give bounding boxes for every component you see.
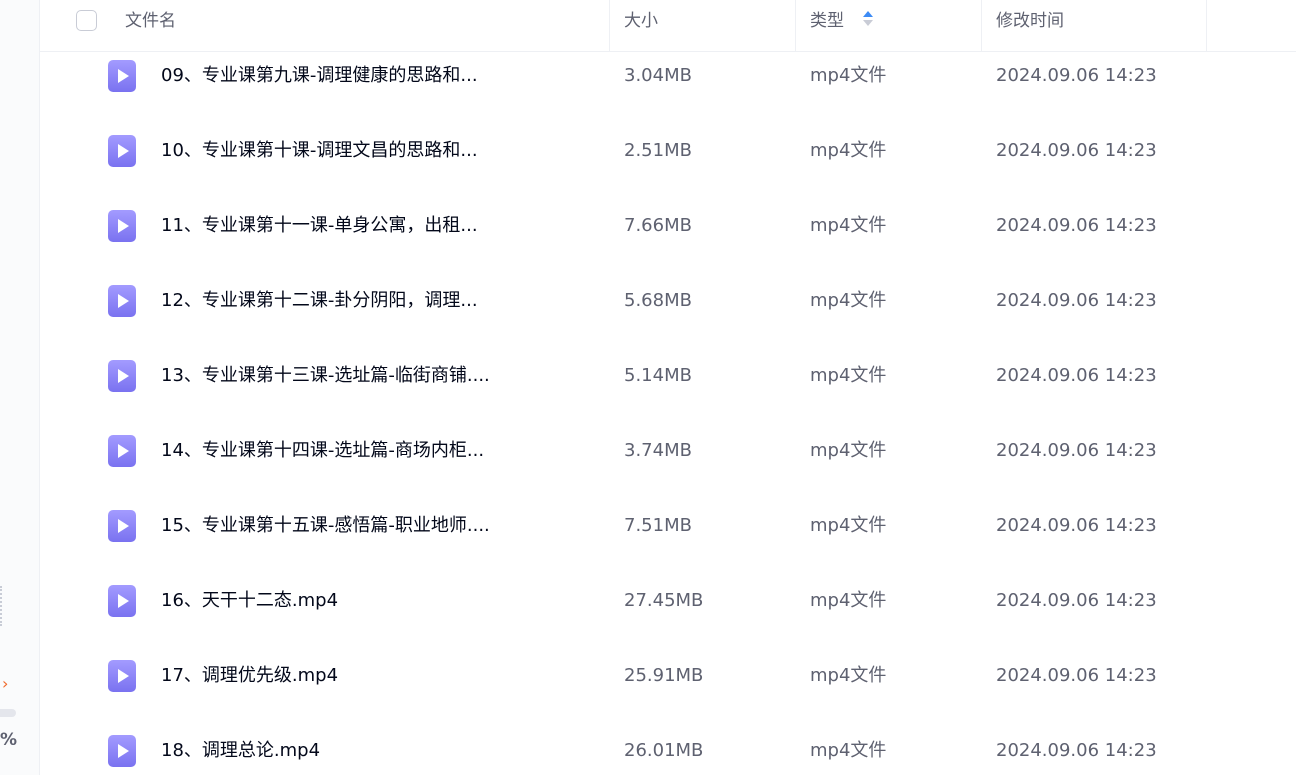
file-type: mp4文件 (810, 140, 887, 161)
file-name[interactable]: 13、专业课第十三课-选址篇-临街商铺.... (161, 364, 490, 388)
file-size: 27.45MB (624, 590, 704, 611)
file-modified: 2024.09.06 14:23 (996, 65, 1157, 86)
file-name[interactable]: 14、专业课第十四课-选址篇-商场内柜... (161, 439, 484, 463)
file-type: mp4文件 (810, 590, 887, 611)
file-type: mp4文件 (810, 365, 887, 386)
table-row[interactable]: 12、专业课第十二课-卦分阴阳，调理... 5.68MB mp4文件 2024.… (40, 264, 1296, 339)
table-row[interactable]: 10、专业课第十课-调理文昌的思路和... 2.51MB mp4文件 2024.… (40, 114, 1296, 189)
video-file-icon (108, 660, 136, 692)
file-name[interactable]: 09、专业课第九课-调理健康的思路和... (161, 64, 478, 88)
file-type: mp4文件 (810, 290, 887, 311)
column-header-name-label: 文件名 (125, 11, 176, 31)
file-name[interactable]: 16、天干十二态.mp4 (161, 589, 338, 613)
file-modified: 2024.09.06 14:23 (996, 365, 1157, 386)
sort-down-arrow-icon (863, 20, 874, 26)
sort-up-arrow-icon (863, 11, 874, 17)
file-modified: 2024.09.06 14:23 (996, 740, 1157, 761)
storage-progress-bar (0, 709, 16, 717)
file-type: mp4文件 (810, 515, 887, 536)
table-row[interactable]: 09、专业课第九课-调理健康的思路和... 3.04MB mp4文件 2024.… (40, 39, 1296, 114)
file-size: 7.51MB (624, 515, 692, 536)
table-row[interactable]: 14、专业课第十四课-选址篇-商场内柜... 3.74MB mp4文件 2024… (40, 414, 1296, 489)
sidebar-strip: › % (0, 0, 40, 775)
file-size: 5.14MB (624, 365, 692, 386)
file-size: 25.91MB (624, 665, 704, 686)
video-file-icon (108, 510, 136, 542)
file-type: mp4文件 (810, 665, 887, 686)
table-row[interactable]: 15、专业课第十五课-感悟篇-职业地师.... 7.51MB mp4文件 202… (40, 489, 1296, 564)
file-name[interactable]: 10、专业课第十课-调理文昌的思路和... (161, 139, 478, 163)
file-modified: 2024.09.06 14:23 (996, 140, 1157, 161)
file-modified: 2024.09.06 14:23 (996, 215, 1157, 236)
file-type: mp4文件 (810, 215, 887, 236)
file-size: 2.51MB (624, 140, 692, 161)
video-file-icon (108, 360, 136, 392)
video-file-icon (108, 435, 136, 467)
sort-ascending-icon[interactable] (863, 11, 874, 27)
column-header-modified-label: 修改时间 (996, 11, 1064, 31)
video-file-icon (108, 210, 136, 242)
table-row[interactable]: 13、专业课第十三课-选址篇-临街商铺.... 5.14MB mp4文件 202… (40, 339, 1296, 414)
sidebar-expand-arrow-icon[interactable]: › (2, 674, 8, 694)
file-modified: 2024.09.06 14:23 (996, 290, 1157, 311)
file-type: mp4文件 (810, 65, 887, 86)
file-type: mp4文件 (810, 740, 887, 761)
file-modified: 2024.09.06 14:23 (996, 515, 1157, 536)
file-name[interactable]: 15、专业课第十五课-感悟篇-职业地师.... (161, 514, 490, 538)
table-row[interactable]: 11、专业课第十一课-单身公寓，出租... 7.66MB mp4文件 2024.… (40, 189, 1296, 264)
column-header-type-label: 类型 (810, 11, 844, 31)
file-size: 3.74MB (624, 440, 692, 461)
file-size: 3.04MB (624, 65, 692, 86)
sidebar-divider-dots (0, 586, 3, 626)
file-size: 7.66MB (624, 215, 692, 236)
table-row[interactable]: 17、调理优先级.mp4 25.91MB mp4文件 2024.09.06 14… (40, 639, 1296, 714)
file-size: 5.68MB (624, 290, 692, 311)
file-modified: 2024.09.06 14:23 (996, 590, 1157, 611)
video-file-icon (108, 735, 136, 767)
file-size: 26.01MB (624, 740, 704, 761)
column-header-size-label: 大小 (624, 11, 658, 31)
table-row[interactable]: 16、天干十二态.mp4 27.45MB mp4文件 2024.09.06 14… (40, 564, 1296, 639)
file-name[interactable]: 12、专业课第十二课-卦分阴阳，调理... (161, 289, 478, 313)
table-row[interactable]: 18、调理总论.mp4 26.01MB mp4文件 2024.09.06 14:… (40, 714, 1296, 775)
file-modified: 2024.09.06 14:23 (996, 440, 1157, 461)
file-type: mp4文件 (810, 440, 887, 461)
file-list-page: › % 文件名 大小 类型 修改时间 09、专业课第九课-调理健康的思路和...… (0, 0, 1296, 775)
video-file-icon (108, 135, 136, 167)
select-all-checkbox[interactable] (76, 10, 97, 31)
file-name[interactable]: 18、调理总论.mp4 (161, 739, 320, 763)
storage-percent: % (0, 730, 18, 750)
video-file-icon (108, 285, 136, 317)
file-name[interactable]: 17、调理优先级.mp4 (161, 664, 338, 688)
video-file-icon (108, 585, 136, 617)
file-name[interactable]: 11、专业课第十一课-单身公寓，出租... (161, 214, 478, 238)
file-modified: 2024.09.06 14:23 (996, 665, 1157, 686)
video-file-icon (108, 60, 136, 92)
file-list: 09、专业课第九课-调理健康的思路和... 3.04MB mp4文件 2024.… (40, 39, 1296, 775)
